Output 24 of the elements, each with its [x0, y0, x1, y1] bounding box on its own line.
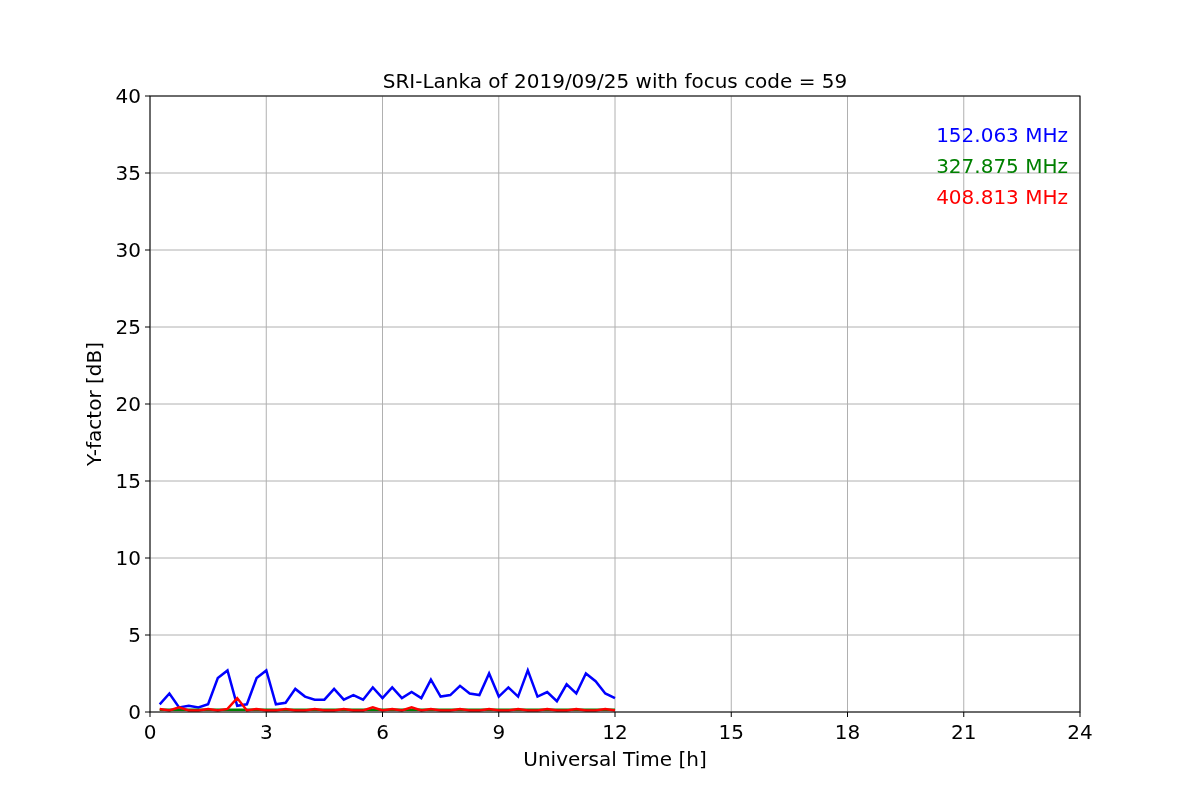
y-tick-label: 25	[115, 315, 141, 339]
x-tick-label: 0	[143, 720, 157, 744]
x-tick-label: 21	[951, 720, 977, 744]
x-tick-label: 15	[718, 720, 744, 744]
x-tick-label: 12	[602, 720, 628, 744]
x-tick-label: 6	[376, 720, 389, 744]
y-tick-label: 15	[115, 469, 141, 493]
y-tick-label: 30	[115, 238, 141, 262]
y-tick-label: 0	[128, 700, 141, 724]
chart-title: SRI-Lanka of 2019/09/25 with focus code = 59	[382, 69, 848, 93]
legend-label: 408.813 MHz	[936, 185, 1068, 209]
y-tick-label: 35	[115, 161, 141, 185]
x-tick-label: 18	[834, 720, 861, 744]
y-tick-label: 5	[128, 623, 141, 647]
x-axis-label: Universal Time [h]	[523, 747, 707, 771]
x-tick-label: 9	[492, 720, 506, 744]
legend-label: 327.875 MHz	[936, 154, 1068, 178]
y-axis-label: Y-factor [dB]	[82, 342, 106, 466]
y-tick-label: 20	[115, 392, 141, 416]
y-tick-label: 10	[115, 546, 141, 570]
legend-label: 152.063 MHz	[936, 123, 1068, 147]
x-tick-label: 3	[259, 720, 273, 744]
x-tick-label: 24	[1067, 720, 1093, 744]
y-tick-label: 40	[115, 84, 141, 108]
